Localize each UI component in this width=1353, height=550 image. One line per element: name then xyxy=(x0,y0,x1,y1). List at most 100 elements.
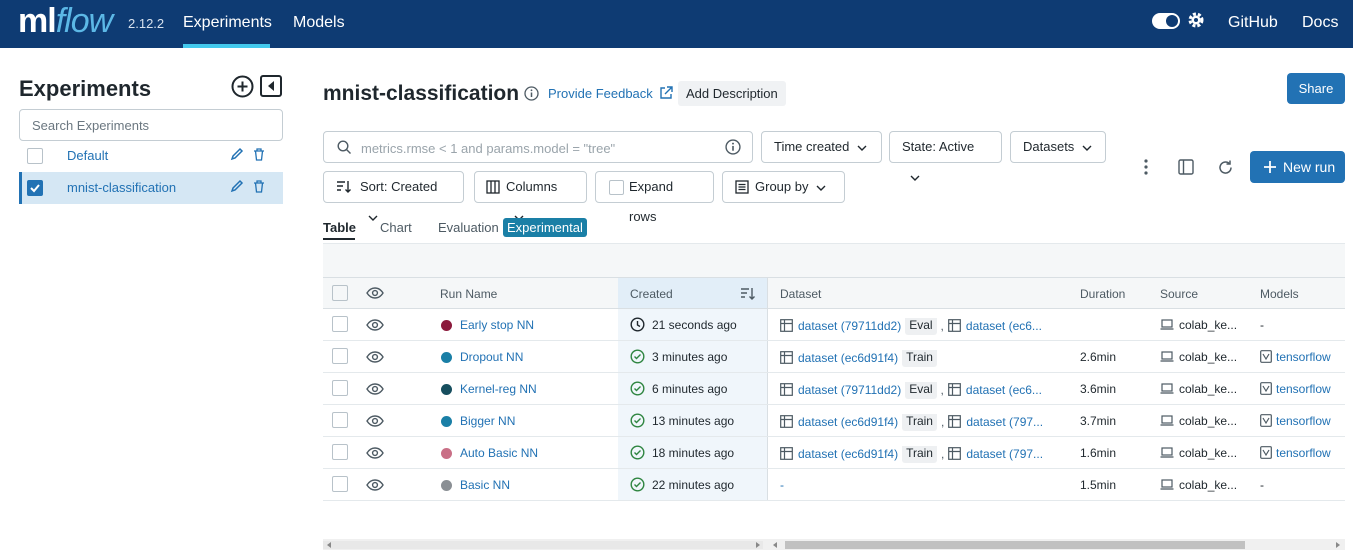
table-row[interactable]: Dropout NN 3 minutes ago dataset (ec6d91f4… xyxy=(323,341,1345,373)
eye-icon[interactable] xyxy=(366,415,384,427)
row-checkbox[interactable] xyxy=(332,316,348,332)
trash-icon[interactable] xyxy=(253,148,265,166)
run-name-link[interactable]: Basic NN xyxy=(460,478,510,492)
docs-link[interactable]: Docs xyxy=(1302,14,1338,32)
run-color-dot[interactable] xyxy=(441,416,452,427)
source-cell[interactable]: colab_ke... xyxy=(1160,350,1237,364)
tab-evaluation[interactable]: Evaluation xyxy=(438,220,499,235)
source-cell[interactable]: colab_ke... xyxy=(1160,382,1237,396)
dataset-link[interactable]: - xyxy=(780,478,784,492)
table-row[interactable]: Auto Basic NN 18 minutes ago dataset (ec6d… xyxy=(323,437,1345,469)
nav-models[interactable]: Models xyxy=(293,14,345,32)
collapse-sidebar-icon[interactable] xyxy=(260,75,282,102)
new-run-button[interactable]: New run xyxy=(1250,151,1345,183)
dataset-link[interactable]: dataset (ec6d91f4) xyxy=(780,447,898,461)
group-by-dropdown[interactable]: Group by xyxy=(722,171,845,203)
eye-icon[interactable] xyxy=(366,479,384,491)
run-color-dot[interactable] xyxy=(441,384,452,395)
tab-table[interactable]: Table xyxy=(323,220,356,235)
run-name-link[interactable]: Early stop NN xyxy=(460,318,534,332)
row-checkbox[interactable] xyxy=(332,476,348,492)
search-experiments-input[interactable] xyxy=(19,109,283,141)
eye-icon[interactable] xyxy=(366,319,384,331)
row-checkbox[interactable] xyxy=(332,444,348,460)
github-link[interactable]: GitHub xyxy=(1228,14,1278,32)
run-color-dot[interactable] xyxy=(441,320,452,331)
nav-experiments[interactable]: Experiments xyxy=(183,14,272,32)
experiment-name[interactable]: mnist-classification xyxy=(67,180,176,195)
run-color-dot[interactable] xyxy=(441,448,452,459)
dataset-link[interactable]: dataset (ec6... xyxy=(947,319,1042,333)
expand-rows-toggle[interactable]: Expand rows xyxy=(595,171,714,224)
dataset-link[interactable]: dataset (ec6d91f4) xyxy=(780,351,898,365)
add-experiment-icon[interactable] xyxy=(231,75,254,103)
tab-chart[interactable]: Chart xyxy=(380,220,412,235)
select-all-checkbox[interactable] xyxy=(332,285,348,301)
dataset-link[interactable]: dataset (79711dd2) xyxy=(780,383,901,397)
share-button[interactable]: Share xyxy=(1287,73,1345,104)
eye-icon[interactable] xyxy=(366,383,384,395)
expand-rows-checkbox[interactable] xyxy=(609,180,624,195)
header-dataset[interactable]: Dataset xyxy=(780,287,821,301)
model-link[interactable]: tensorflow xyxy=(1260,414,1331,428)
datasets-dropdown[interactable]: Datasets xyxy=(1010,131,1106,163)
model-link[interactable]: tensorflow xyxy=(1260,382,1331,396)
row-checkbox[interactable] xyxy=(332,380,348,396)
dataset-link[interactable]: dataset (ec6d91f4) xyxy=(780,415,898,429)
refresh-icon[interactable] xyxy=(1217,159,1234,181)
source-cell[interactable]: colab_ke... xyxy=(1160,414,1237,428)
pencil-icon[interactable] xyxy=(230,179,244,198)
dataset-link[interactable]: dataset (79711dd2) xyxy=(780,319,901,333)
scrollbar-thumb[interactable] xyxy=(785,541,1245,549)
header-created[interactable]: Created xyxy=(630,287,673,301)
gear-icon[interactable] xyxy=(1186,10,1206,35)
dark-mode-toggle[interactable] xyxy=(1152,13,1180,29)
table-row[interactable]: Early stop NN 21 seconds ago dataset (7971… xyxy=(323,309,1345,341)
provide-feedback-link[interactable]: Provide Feedback xyxy=(548,86,674,101)
dataset-link[interactable]: dataset (797... xyxy=(948,415,1043,429)
model-link[interactable]: tensorflow xyxy=(1260,446,1331,460)
dataset-context-tag: Train xyxy=(902,414,937,431)
eye-icon[interactable] xyxy=(366,447,384,459)
trash-icon[interactable] xyxy=(253,180,265,198)
header-source[interactable]: Source xyxy=(1160,287,1198,301)
row-checkbox[interactable] xyxy=(332,412,348,428)
experiment-checkbox[interactable] xyxy=(27,148,43,164)
state-dropdown[interactable]: State: Active xyxy=(889,131,1002,181)
header-models[interactable]: Models xyxy=(1260,287,1299,301)
dataset-link[interactable]: dataset (ec6... xyxy=(947,383,1042,397)
table-row[interactable]: Bigger NN 13 minutes ago dataset (ec6d91f4… xyxy=(323,405,1345,437)
source-cell[interactable]: colab_ke... xyxy=(1160,478,1237,492)
source-cell[interactable]: colab_ke... xyxy=(1160,318,1237,332)
run-name-link[interactable]: Bigger NN xyxy=(460,414,515,428)
run-color-dot[interactable] xyxy=(441,352,452,363)
time-created-dropdown[interactable]: Time created xyxy=(761,131,882,163)
table-row[interactable]: Kernel-reg NN 6 minutes ago dataset (79711… xyxy=(323,373,1345,405)
model-link[interactable]: tensorflow xyxy=(1260,350,1331,364)
more-options-icon[interactable] xyxy=(1143,159,1149,180)
mlflow-logo[interactable]: mlflow xyxy=(18,2,113,41)
row-checkbox[interactable] xyxy=(332,348,348,364)
table-row[interactable]: Basic NN 22 minutes ago - 1.5min colab_ke...… xyxy=(323,469,1345,501)
columns-dropdown[interactable]: Columns xyxy=(474,171,587,221)
run-color-dot[interactable] xyxy=(441,480,452,491)
eye-icon[interactable] xyxy=(366,351,384,363)
experiment-item-mnist-classification[interactable]: mnist-classification xyxy=(19,172,283,204)
experiment-checkbox[interactable] xyxy=(27,180,43,196)
horizontal-scrollbar[interactable] xyxy=(323,539,1345,550)
sort-dropdown[interactable]: Sort: Created xyxy=(323,171,464,221)
experiment-name[interactable]: Default xyxy=(67,148,108,163)
pencil-icon[interactable] xyxy=(230,147,244,166)
header-duration[interactable]: Duration xyxy=(1080,287,1125,301)
add-description-button[interactable]: Add Description xyxy=(678,81,786,106)
source-cell[interactable]: colab_ke... xyxy=(1160,446,1237,460)
run-name-link[interactable]: Kernel-reg NN xyxy=(460,382,537,396)
run-name-link[interactable]: Dropout NN xyxy=(460,350,523,364)
search-runs-input[interactable]: metrics.rmse < 1 and params.model = "tre… xyxy=(323,131,753,163)
side-panel-icon[interactable] xyxy=(1178,159,1194,180)
run-name-link[interactable]: Auto Basic NN xyxy=(460,446,538,460)
dataset-link[interactable]: dataset (797... xyxy=(948,447,1043,461)
info-icon[interactable] xyxy=(524,86,539,106)
experiment-item-default[interactable]: Default xyxy=(19,140,283,172)
header-run-name[interactable]: Run Name xyxy=(440,287,497,301)
